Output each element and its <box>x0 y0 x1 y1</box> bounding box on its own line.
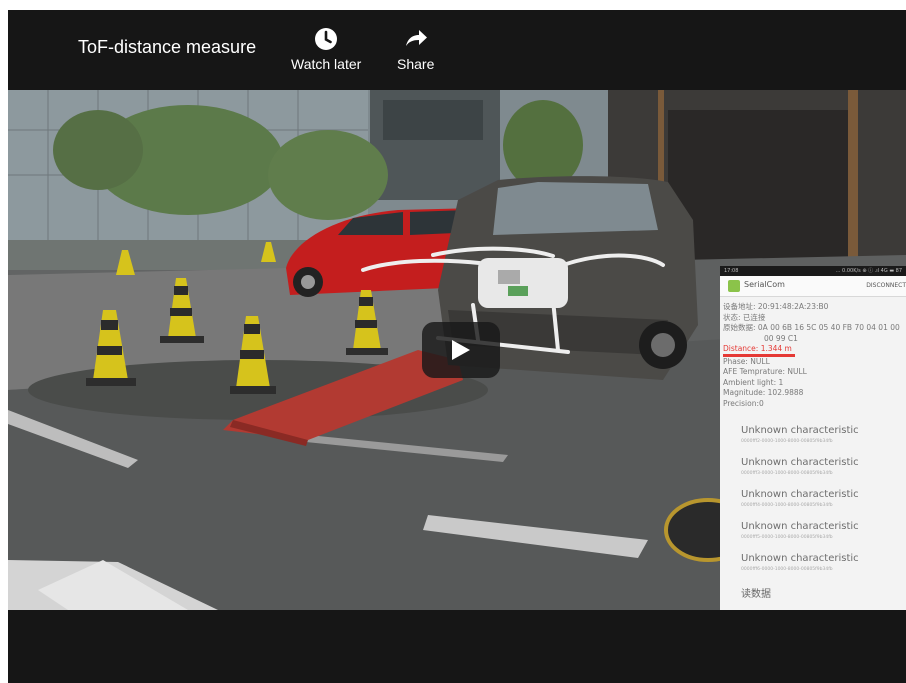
precision-reading: Precision:0 <box>723 398 764 408</box>
android-app-icon <box>728 280 740 292</box>
afe-temperature-reading: AFE Temprature: NULL <box>723 367 807 376</box>
video-title[interactable]: ToF-distance measure <box>78 37 256 58</box>
raw-data-line-1: 原始数据: 0A 00 6B 16 5C 05 40 FB 70 04 01 0… <box>723 323 900 332</box>
characteristic-item: Unknown characteristic 0000fff2-0000-100… <box>720 419 906 451</box>
characteristic-title: Unknown characteristic <box>741 457 859 468</box>
ambient-light-reading: Ambient light: 1 <box>723 377 784 387</box>
share-button[interactable]: Share <box>397 26 434 72</box>
read-data-label: 读数据 <box>741 589 771 600</box>
watch-later-label: Watch later <box>291 56 362 72</box>
share-label: Share <box>397 56 435 72</box>
app-bar: SerialCom DISCONNECT <box>720 276 906 297</box>
characteristic-title: Unknown characteristic <box>741 553 859 564</box>
characteristic-item: Unknown characteristic 0000fff6-0000-100… <box>720 547 906 579</box>
share-arrow-icon <box>405 30 427 46</box>
connection-status: 状态: 已连接 <box>723 312 766 322</box>
characteristic-uuid: 0000fff4-0000-1000-8000-00805f9b34fb <box>741 503 833 508</box>
serialcom-app-overlay: 17:08 ... 0.00K/s ⊕ ⓘ .ıl 4G ▬ 87 Serial… <box>720 266 906 610</box>
characteristic-uuid: 0000fff2-0000-1000-8000-00805f9b34fb <box>741 439 833 444</box>
status-time: 17:08 <box>724 268 739 274</box>
characteristic-title: Unknown characteristic <box>741 521 859 532</box>
video-player[interactable]: ToF-distance measure Watch later Share 1… <box>8 10 906 683</box>
video-bottom-bar <box>8 610 906 683</box>
characteristic-item: Unknown characteristic 0000fff5-0000-100… <box>720 515 906 547</box>
characteristic-item: Unknown characteristic 0000fff4-0000-100… <box>720 483 906 515</box>
clock-icon <box>315 28 338 50</box>
distance-reading: Distance: 1.344 m <box>723 344 792 353</box>
app-name: SerialCom <box>744 280 785 289</box>
characteristic-uuid: 0000fff6-0000-1000-8000-00805f9b34fb <box>741 567 833 572</box>
characteristic-uuid: 0000fff5-0000-1000-8000-00805f9b34fb <box>741 535 833 540</box>
watch-later-button[interactable]: Watch later <box>291 26 361 72</box>
characteristic-item: Unknown characteristic 0000fff3-0000-100… <box>720 451 906 483</box>
characteristic-title: Unknown characteristic <box>741 489 859 500</box>
disconnect-label: DISCONNECT <box>866 282 906 289</box>
device-address: 设备地址: 20:91:48:2A:23:B0 <box>723 302 829 311</box>
characteristic-title: Unknown characteristic <box>741 425 859 436</box>
video-frame[interactable]: 17:08 ... 0.00K/s ⊕ ⓘ .ıl 4G ▬ 87 Serial… <box>8 90 906 610</box>
phase-reading: Phase: NULL <box>723 356 770 366</box>
status-icons: ... 0.00K/s ⊕ ⓘ .ıl 4G ▬ 87 <box>835 268 902 274</box>
video-top-bar: ToF-distance measure Watch later Share <box>8 10 906 90</box>
play-button[interactable] <box>422 322 500 378</box>
characteristic-uuid: 0000fff3-0000-1000-8000-00805f9b34fb <box>741 471 833 476</box>
play-icon <box>452 340 470 360</box>
magnitude-reading: Magnitude: 102.9888 <box>723 388 804 397</box>
raw-data-line-2: 00 99 C1 <box>764 333 798 343</box>
phone-status-bar: 17:08 ... 0.00K/s ⊕ ⓘ .ıl 4G ▬ 87 <box>720 266 906 276</box>
